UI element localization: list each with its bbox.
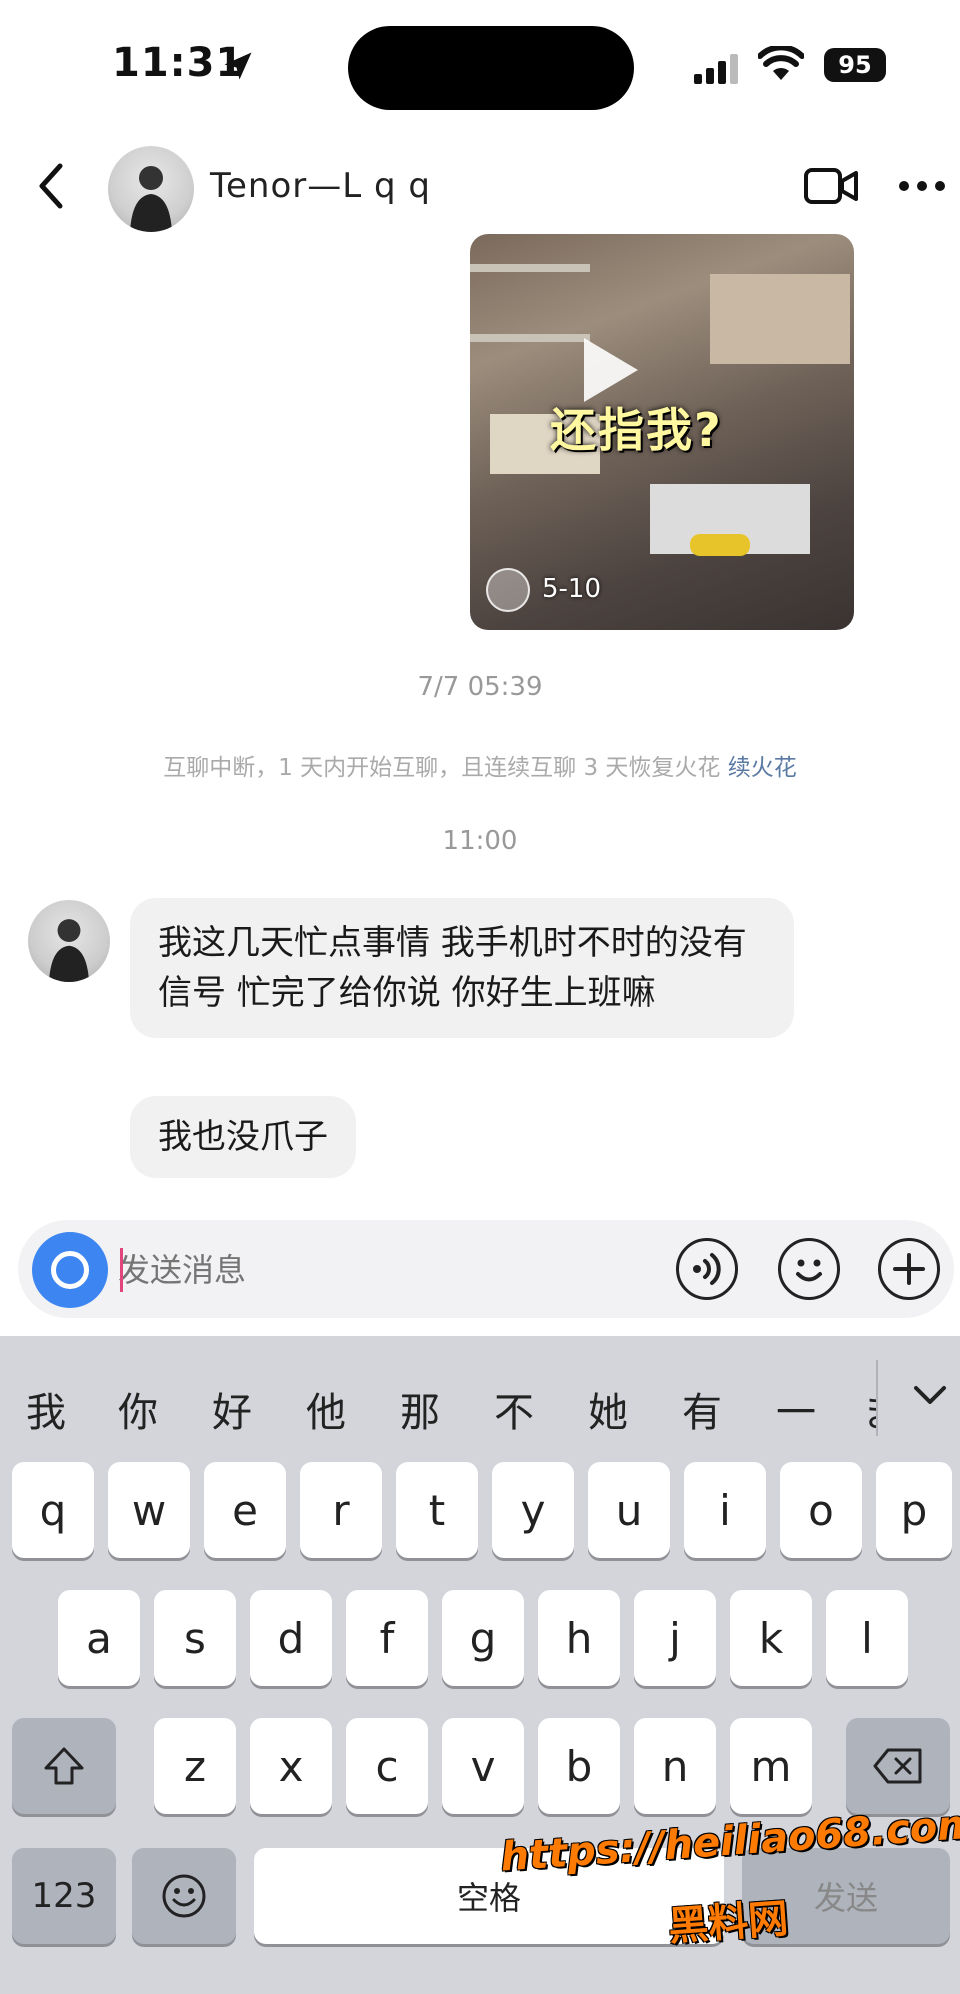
candidate-word[interactable]: 他 [306,1380,346,1438]
timestamp: 7/7 05:39 [417,672,543,702]
shift-key[interactable] [12,1718,116,1814]
key-o[interactable]: o [780,1462,862,1558]
candidate-word[interactable]: 你 [118,1380,158,1438]
key-k[interactable]: k [730,1590,812,1686]
key-e[interactable]: e [204,1462,286,1558]
avatar-person-icon [48,919,90,982]
key-f[interactable]: f [346,1590,428,1686]
key-j[interactable]: j [634,1590,716,1686]
shared-video-card[interactable]: 还指我? 5-10 [470,234,854,630]
key-d[interactable]: d [250,1590,332,1686]
backspace-icon [873,1748,922,1784]
cellular-signal-icon [694,54,738,84]
candidate-word[interactable]: 她 [588,1380,628,1438]
camera-icon [51,1251,89,1289]
key-q[interactable]: q [12,1462,94,1558]
watermark-name: 黑料网 [666,1895,790,1951]
video-duration: 5-10 [542,574,602,604]
emoji-icon [162,1874,206,1918]
plus-button[interactable] [878,1238,940,1300]
key-p[interactable]: p [876,1462,952,1558]
back-button[interactable] [30,158,74,214]
candidate-word[interactable]: 我 [26,1380,66,1438]
avatar-person-icon [130,166,172,232]
video-app-logo-icon [486,568,530,612]
key-c[interactable]: c [346,1718,428,1814]
key-s[interactable]: s [154,1590,236,1686]
shift-arrow-icon [44,1747,84,1785]
numbers-key[interactable]: 123 [12,1848,116,1944]
voice-icon [693,1253,721,1285]
streak-notice-text: 互聊中断，1 天内开始互聊，且连续互聊 3 天恢复火花 [163,755,721,781]
key-v[interactable]: v [442,1718,524,1814]
key-h[interactable]: h [538,1590,620,1686]
chevron-down-icon[interactable] [910,1380,950,1410]
candidate-word[interactable]: 好 [212,1380,252,1438]
candidate-word[interactable]: 有 [682,1380,722,1438]
candidate-divider [876,1360,878,1436]
key-l[interactable]: l [826,1590,908,1686]
video-shelf [470,334,590,342]
emoji-key[interactable] [132,1848,236,1944]
message-input[interactable] [118,1244,638,1296]
message-bubble[interactable]: 我也没爪子 [130,1096,356,1178]
message-bubble[interactable]: 我这几天忙点事情 我手机时不时的没有信号 忙完了给你说 你好生上班嘛 [130,898,794,1038]
key-a[interactable]: a [58,1590,140,1686]
key-m[interactable]: m [730,1718,812,1814]
key-g[interactable]: g [442,1590,524,1686]
voice-button[interactable] [676,1238,738,1300]
backspace-key[interactable] [846,1718,950,1814]
key-i[interactable]: i [684,1462,766,1558]
video-shelf [470,264,590,272]
sender-avatar[interactable] [28,900,110,982]
key-r[interactable]: r [300,1462,382,1558]
key-z[interactable]: z [154,1718,236,1814]
contact-avatar[interactable] [108,146,194,232]
contact-name[interactable]: Tenor—L q q [210,166,431,206]
more-options-button[interactable] [898,180,946,192]
emoji-button[interactable] [778,1238,840,1300]
camera-button[interactable] [32,1232,108,1308]
key-u[interactable]: u [588,1462,670,1558]
key-x[interactable]: x [250,1718,332,1814]
text-caret [120,1248,123,1292]
key-n[interactable]: n [634,1718,716,1814]
candidate-word[interactable]: 一 [776,1380,816,1438]
battery-indicator: 95 [824,48,886,82]
video-shelf [710,274,850,364]
streak-notice: 互聊中断，1 天内开始互聊，且连续互聊 3 天恢复火花 续火花 [0,748,960,782]
dynamic-island [348,26,634,110]
key-t[interactable]: t [396,1462,478,1558]
video-shelf [690,534,750,556]
location-arrow-icon [224,52,252,80]
plus-icon [893,1253,925,1285]
video-call-button[interactable] [804,166,858,206]
video-caption: 还指我? [550,403,723,457]
restore-streak-link[interactable]: 续火花 [728,755,797,781]
key-w[interactable]: w [108,1462,190,1558]
wifi-icon [758,46,804,80]
key-b[interactable]: b [538,1718,620,1814]
key-y[interactable]: y [492,1462,574,1558]
candidate-word[interactable]: 不 [494,1380,534,1438]
timestamp: 11:00 [442,826,518,856]
emoji-icon [796,1259,822,1282]
candidate-word[interactable]: ま [862,1380,876,1438]
candidate-word[interactable]: 那 [400,1380,440,1438]
